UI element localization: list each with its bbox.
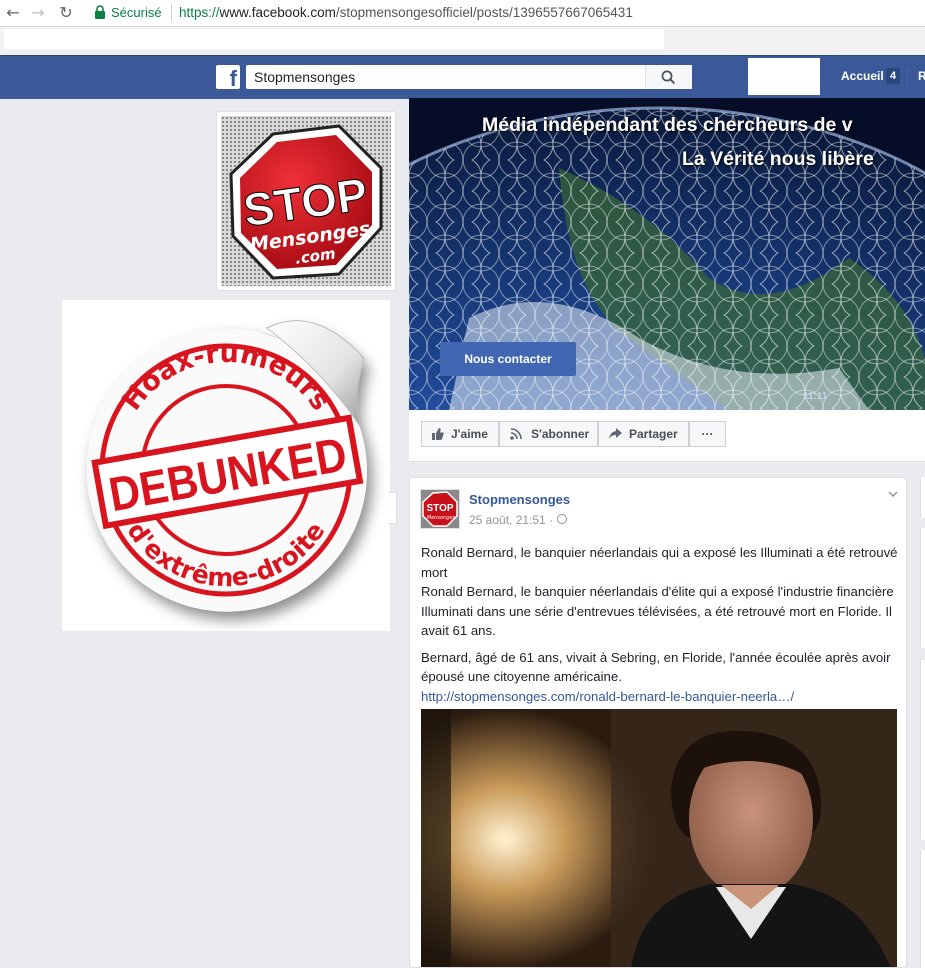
public-globe-icon[interactable] [557,514,567,524]
nav-divider [907,68,908,86]
debunked-sticker-image: Hoax-rumeurs d'extrême-droite DEBUNKED [62,300,390,631]
like-button[interactable]: J'aime [421,421,499,447]
stop-mensonges-logo: STOP Mensonges .com [221,116,391,286]
forward-arrow-icon[interactable]: → [28,3,48,23]
redacted-bookmarks-area [4,29,664,49]
bookmarks-bar [0,27,925,55]
facebook-logo-icon[interactable]: f [216,65,240,89]
url-protocol: https:// [179,5,220,20]
more-options-button[interactable]: ··· [689,421,726,447]
secure-label: Sécurisé [111,5,162,20]
post-author-avatar[interactable]: STOP Mensonges [420,489,460,529]
page-actions-bar: J'aime S'abonner Partager ··· [409,410,925,462]
cover-tagline-2: La Vérité nous libère [682,148,874,170]
cover-tagline-1: Média indépendant des chercheurs de v [482,114,853,136]
home-link[interactable]: Accueil [841,69,884,83]
lock-icon [95,5,105,19]
contact-us-button[interactable]: Nous contacter [440,342,576,376]
back-arrow-icon[interactable]: ← [3,3,23,23]
follow-label: S'abonner [531,427,590,441]
right-column-box-2 [920,528,925,648]
post-author-name[interactable]: Stopmensonges [469,492,570,507]
search-value: Stopmensonges [254,69,356,85]
reload-icon[interactable]: ↻ [56,3,76,23]
page-profile-picture[interactable]: STOP Mensonges .com [216,111,396,291]
post-link[interactable]: http://stopmensonges.com/ronald-bernard-… [421,689,794,704]
video-timestamp: 11:11 [803,391,828,402]
right-column-box-3 [920,660,925,840]
profile-link-redacted[interactable] [748,58,820,95]
rss-icon [510,428,522,440]
nav-next-link[interactable]: R [918,69,925,83]
avatar-mensonges-text: Mensonges [427,515,456,521]
post-body: Ronald Bernard, le banquier néerlandais … [421,543,901,706]
url-path: /stopmensongesofficiel/posts/13965576670… [335,5,633,20]
thumbs-up-icon [432,428,444,440]
facebook-top-bar: f Stopmensonges Accueil 4 R [0,55,925,99]
post-timestamp[interactable]: 25 août, 21:51 · [469,513,553,527]
left-box-edge [388,492,397,524]
url-omnibox[interactable]: Sécurisé https://www.facebook.com/stopme… [86,1,925,25]
right-column-box-4 [920,850,925,968]
share-label: Partager [629,427,678,441]
search-button[interactable] [645,65,692,89]
search-input[interactable]: Stopmensonges [246,65,692,89]
omnibox-separator [171,4,172,21]
home-count-badge: 4 [886,68,900,84]
post-paragraph-1: Ronald Bernard, le banquier néerlandais … [421,584,894,638]
follow-button[interactable]: S'abonner [499,421,598,447]
search-icon [661,70,676,85]
like-label: J'aime [451,427,488,441]
chevron-down-icon[interactable] [887,488,899,500]
cover-photo[interactable]: Média indépendant des chercheurs de v La… [409,98,925,410]
url-host: www.facebook.com [219,5,336,20]
avatar-stop-text: STOP [426,503,453,514]
more-icon: ··· [701,427,714,441]
post-card: STOP Mensonges Stopmensonges 25 août, 21… [409,477,907,968]
post-headline: Ronald Bernard, le banquier néerlandais … [421,545,898,580]
share-arrow-icon [609,428,622,439]
post-paragraph-2: Bernard, âgé de 61 ans, vivait à Sebring… [421,649,891,685]
browser-address-bar: ← → ↻ Sécurisé https://www.facebook.com/… [0,0,925,27]
share-button[interactable]: Partager [598,421,689,447]
post-photo-man-portrait[interactable] [421,709,897,967]
right-column-box-1 [920,477,925,518]
url-text[interactable]: https://www.facebook.com/stopmensongesof… [179,5,633,20]
